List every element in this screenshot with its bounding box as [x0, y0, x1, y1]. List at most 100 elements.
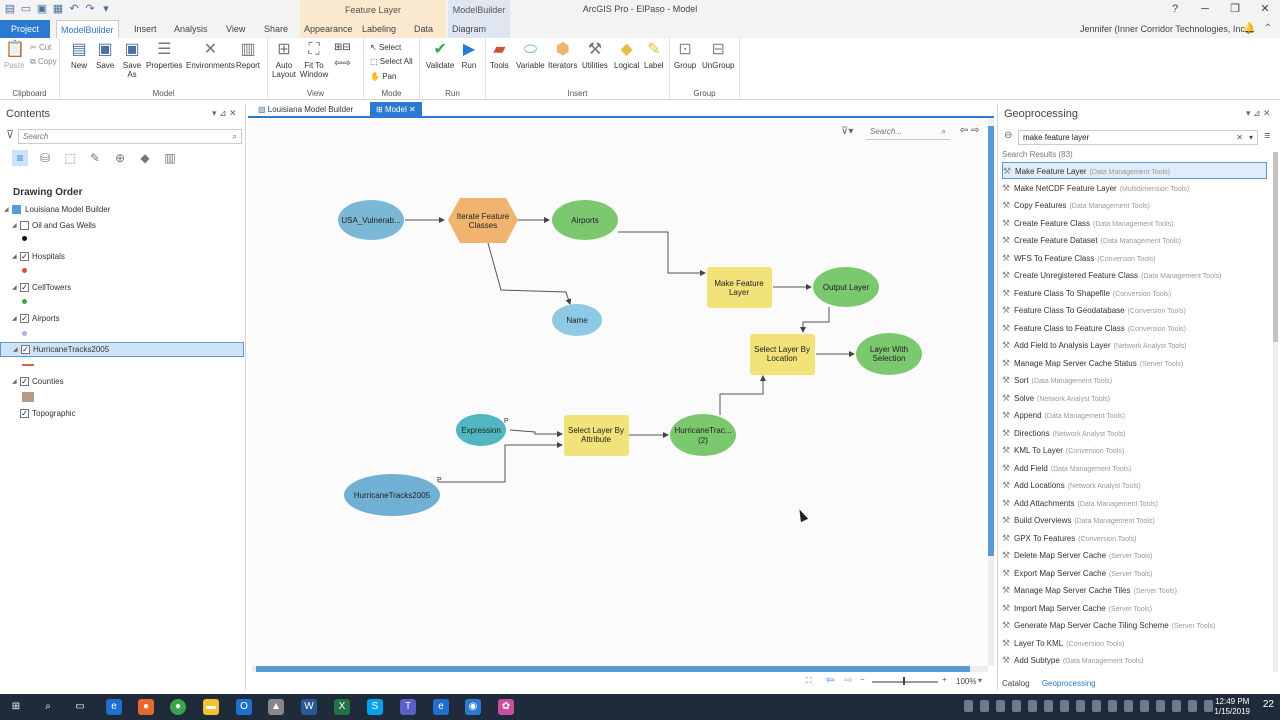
tab-geoprocessing[interactable]: Geoprocessing — [1042, 679, 1096, 688]
tray-icon[interactable] — [1092, 700, 1101, 712]
layer-visibility-checkbox[interactable]: ✓ — [20, 283, 29, 292]
result-item[interactable]: ⚒ Layer To KML (Conversion Tools) — [1002, 635, 1267, 652]
tray-icon[interactable] — [1156, 700, 1165, 712]
contents-options-icon[interactable]: ▾ ⊿ ✕ — [212, 108, 237, 119]
zoom-dropdown-icon[interactable]: ▾ — [978, 676, 982, 685]
word-icon[interactable]: W — [301, 699, 317, 715]
results-scroll-thumb[interactable] — [1273, 152, 1278, 342]
environments-button[interactable]: ✕ Environments — [186, 41, 235, 70]
internet-explorer-icon[interactable]: e — [433, 699, 449, 715]
expand-arrow-icon[interactable]: ◢ — [12, 219, 17, 233]
labeling-icon[interactable]: ◆ — [137, 150, 153, 166]
signed-in-user[interactable]: Jennifer (Inner Corridor Technologies, I… — [1080, 20, 1250, 38]
minimize-button[interactable]: ─ — [1190, 0, 1220, 20]
result-item[interactable]: ⚒ Generate Map Server Cache Tiling Scheme… — [1002, 617, 1267, 634]
zoom-level[interactable]: 100% — [956, 677, 976, 686]
point-symbol-icon[interactable] — [22, 331, 27, 336]
tab-view[interactable]: View — [222, 20, 249, 38]
result-item[interactable]: ⚒ Export Map Server Cache (Server Tools) — [1002, 565, 1267, 582]
teams-icon[interactable]: T — [400, 699, 416, 715]
excel-icon[interactable]: X — [334, 699, 350, 715]
result-item[interactable]: ⚒ Add Attachments (Data Management Tools) — [1002, 495, 1267, 512]
polygon-symbol-icon[interactable] — [22, 392, 34, 402]
zoom-tools-icon[interactable]: ⊞⊟ — [334, 42, 351, 53]
ungroup-button[interactable]: ⊟ UnGroup — [702, 41, 734, 70]
tools-button[interactable]: ▰ Tools — [490, 41, 509, 70]
back-circle-icon[interactable]: ⊖ — [1004, 130, 1012, 141]
toc-layer-row[interactable]: ✓ Topographic — [0, 407, 244, 421]
result-item[interactable]: ⚒ Manage Map Server Cache Status (Server T… — [1002, 355, 1267, 372]
canvas-filter-icon[interactable]: ⊽▾ — [841, 126, 853, 137]
system-clock[interactable]: 12:49 PM 1/15/2019 — [1214, 697, 1250, 717]
open-project-icon[interactable]: ▭ — [20, 3, 32, 15]
result-item[interactable]: ⚒ Manage Map Server Cache Tiles (Server To… — [1002, 582, 1267, 599]
fit-full-extent-icon[interactable]: ⛶ — [806, 676, 812, 686]
clear-search-icon[interactable]: ✕ — [1236, 131, 1243, 144]
result-item[interactable]: ⚒ GPX To Features (Conversion Tools) — [1002, 530, 1267, 547]
geoprocessing-search-input[interactable]: make feature layer ✕ ▾ — [1018, 130, 1258, 145]
zoom-slider-thumb[interactable] — [903, 677, 905, 685]
connector-airports-make[interactable] — [618, 231, 706, 276]
outlook-icon[interactable]: O — [236, 699, 252, 715]
tab-modelbuilder[interactable]: ModelBuilder — [56, 20, 119, 38]
save-project-icon[interactable]: ▣ — [36, 3, 48, 15]
toc-layer-row[interactable]: ◢ ✓ Airports — [0, 312, 244, 326]
tab-catalog[interactable]: Catalog — [1002, 679, 1030, 688]
tray-icon[interactable] — [1076, 700, 1085, 712]
fit-to-window-button[interactable]: ⛶ Fit To Window — [298, 41, 330, 79]
tray-icon[interactable] — [980, 700, 989, 712]
expand-arrow-icon[interactable]: ◢ — [12, 281, 17, 295]
connector-ht-selectattr[interactable] — [438, 442, 563, 483]
skype-icon[interactable]: S — [367, 699, 383, 715]
tab-share[interactable]: Share — [260, 20, 292, 38]
tray-icon[interactable] — [1172, 700, 1181, 712]
tray-icon[interactable] — [1188, 700, 1197, 712]
close-button[interactable]: ✕ — [1250, 0, 1280, 20]
drawing-order-icon[interactable]: ≡ — [12, 150, 28, 166]
navigate-arrows-icon[interactable]: ⇦⇨ — [334, 58, 351, 69]
result-item[interactable]: ⚒ Add Locations (Network Analyst Tools) — [1002, 477, 1267, 494]
result-item[interactable]: ⚒ Solve (Network Analyst Tools) — [1002, 390, 1267, 407]
expand-arrow-icon[interactable]: ◢ — [12, 312, 17, 326]
close-tab-icon[interactable]: ✕ — [407, 105, 416, 114]
layer-visibility-checkbox[interactable]: ✓ — [20, 409, 29, 418]
tray-icon[interactable] — [1028, 700, 1037, 712]
toc-layer-row[interactable]: ◢ ✓ CellTowers — [0, 281, 244, 295]
help-icon[interactable]: ? — [1160, 0, 1190, 20]
horizontal-scroll-thumb[interactable] — [256, 666, 970, 672]
result-item[interactable]: ⚒ Delete Map Server Cache (Server Tools) — [1002, 547, 1267, 564]
pan-button[interactable]: ✋ Pan — [370, 71, 396, 82]
chrome-icon[interactable]: ● — [170, 699, 186, 715]
tray-icon[interactable] — [1124, 700, 1133, 712]
properties-button[interactable]: ☰ Properties — [146, 41, 182, 70]
new-button[interactable]: ▤ New — [70, 41, 88, 70]
toc-layer-row[interactable]: ◢ Oil and Gas Wells — [0, 219, 244, 233]
tab-map-view[interactable]: ▧ Louisiana Model Builder — [252, 102, 359, 117]
select-button[interactable]: ↖ Select — [370, 42, 401, 53]
tab-diagram[interactable]: Diagram — [448, 20, 510, 38]
file-explorer-icon[interactable]: ▬ — [203, 699, 219, 715]
save-as-button[interactable]: ▣ Save As — [122, 41, 142, 79]
canvas-horizontal-scrollbar[interactable] — [252, 666, 988, 672]
result-item[interactable]: ⚒ Create Feature Class (Data Management To… — [1002, 215, 1267, 232]
data-source-icon[interactable]: ⛁ — [37, 150, 53, 166]
connector-expression-selectattr[interactable] — [509, 429, 563, 437]
print-icon[interactable]: ▦ — [52, 3, 64, 15]
result-item[interactable]: ⚒ Make Feature Layer (Data Management Tool… — [1002, 162, 1267, 179]
redo-icon[interactable]: ↷ — [84, 3, 96, 15]
layer-visibility-checkbox[interactable]: ✓ — [21, 345, 30, 354]
utilities-button[interactable]: ⚒ Utilities — [582, 41, 608, 70]
point-symbol-icon[interactable] — [22, 299, 27, 304]
result-item[interactable]: ⚒ KML To Layer (Conversion Tools) — [1002, 442, 1267, 459]
toc-layer-row[interactable]: ◢ ✓ Hospitals — [0, 250, 244, 264]
toc-layer-row-selected[interactable]: ◢ ✓ HurricaneTracks2005 — [0, 342, 244, 357]
layer-visibility-checkbox[interactable]: ✓ — [20, 377, 29, 386]
selection-icon[interactable]: ⬚ — [62, 150, 78, 166]
result-item[interactable]: ⚒ Add Subtype (Data Management Tools) — [1002, 652, 1267, 669]
results-scrollbar[interactable] — [1273, 152, 1278, 672]
result-item[interactable]: ⚒ Add Field to Analysis Layer (Network Ana… — [1002, 337, 1267, 354]
collapse-ribbon-icon[interactable]: ⌃ — [1264, 20, 1272, 38]
canvas-search-input[interactable]: Search... ⌕ — [866, 125, 950, 140]
toc-map-row[interactable]: ◢ Louisiana Model Builder — [0, 203, 244, 217]
maximize-button[interactable]: ❐ — [1220, 0, 1250, 20]
